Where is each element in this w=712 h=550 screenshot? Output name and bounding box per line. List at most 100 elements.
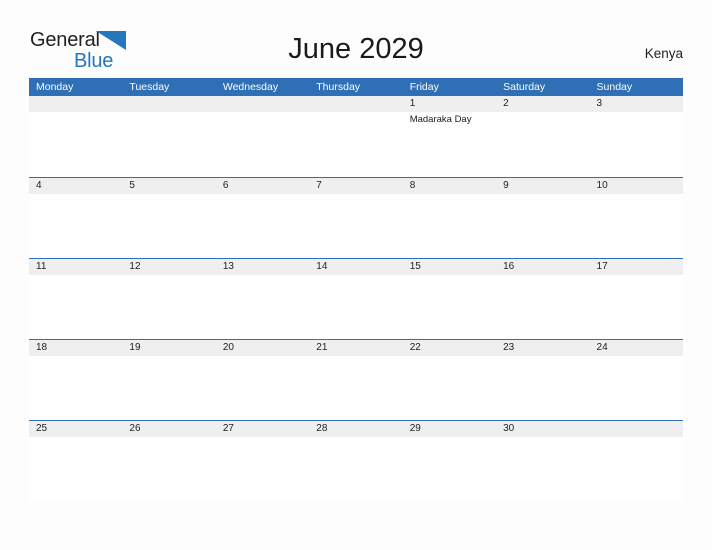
day-number: 13 <box>222 261 234 272</box>
day-cell-21[interactable]: 21 <box>309 340 403 420</box>
day-cell-10[interactable]: 10 <box>589 178 683 258</box>
day-number: 3 <box>596 98 603 109</box>
day-cell-9[interactable]: 9 <box>496 178 590 258</box>
day-number: 11 <box>36 261 47 272</box>
day-number: 2 <box>503 98 509 109</box>
day-number-band <box>496 178 590 194</box>
day-number: 20 <box>222 342 234 353</box>
day-number: 12 <box>129 261 141 272</box>
weekday-header-thursday: Thursday <box>316 81 361 93</box>
day-cell-29[interactable]: 29 <box>402 421 497 501</box>
day-number: 17 <box>596 261 608 272</box>
day-cell-7[interactable]: 7 <box>309 178 403 258</box>
day-number-band <box>122 178 216 194</box>
day-cell-24[interactable]: 24 <box>589 340 683 420</box>
day-cell-empty[interactable] <box>29 96 123 177</box>
day-cell-30[interactable]: 30 <box>496 421 590 501</box>
day-cell-8[interactable]: 8 <box>402 178 497 258</box>
day-number: 19 <box>129 342 141 353</box>
day-number-band <box>122 96 216 112</box>
region-label: Kenya <box>644 46 683 61</box>
day-number: 5 <box>129 180 135 191</box>
day-cell-14[interactable]: 14 <box>309 259 403 339</box>
day-cell-5[interactable]: 5 <box>122 178 216 258</box>
day-cell-18[interactable]: 18 <box>29 340 123 420</box>
day-number: 7 <box>316 180 322 191</box>
day-cell-28[interactable]: 28 <box>309 421 403 501</box>
day-number: 21 <box>316 342 328 353</box>
day-number: 14 <box>316 261 328 272</box>
day-cell-19[interactable]: 19 <box>122 340 216 420</box>
calendar-week-row: 1 Madaraka Day 2 3 <box>29 96 683 177</box>
calendar-week-row: 4 5 6 7 8 9 10 <box>29 177 683 258</box>
day-cell-22[interactable]: 22 <box>402 340 497 420</box>
day-cell-empty[interactable] <box>309 96 403 177</box>
calendar-page: General Blue June 2029 Kenya Monday Tuesd… <box>0 0 712 550</box>
day-cell-23[interactable]: 23 <box>496 340 590 420</box>
day-number-band <box>402 178 497 194</box>
day-events: Madaraka Day <box>410 113 492 126</box>
day-number-band <box>215 178 310 194</box>
weekday-header-friday: Friday <box>409 81 439 93</box>
day-number-band <box>309 96 403 112</box>
day-number-band <box>29 96 123 112</box>
day-number: 22 <box>409 342 421 353</box>
day-number: 25 <box>36 423 48 434</box>
day-number-band <box>215 96 310 112</box>
day-number: 10 <box>596 180 608 191</box>
weekday-header-tuesday: Tuesday <box>129 81 170 93</box>
weekday-header-wednesday: Wednesday <box>222 81 279 93</box>
day-number: 26 <box>129 423 141 434</box>
day-number-band <box>29 178 123 194</box>
calendar-week-row: 11 12 13 14 15 16 17 <box>29 258 683 339</box>
day-cell-empty[interactable] <box>589 421 683 501</box>
day-cell-15[interactable]: 15 <box>402 259 497 339</box>
day-cell-11[interactable]: 11 <box>29 259 123 339</box>
weekday-header-monday: Monday <box>36 81 74 93</box>
day-number-band <box>589 421 683 437</box>
day-cell-6[interactable]: 6 <box>215 178 310 258</box>
weekday-header-sunday: Sunday <box>596 81 633 93</box>
calendar-week-row: 18 19 20 21 22 23 24 <box>29 339 683 420</box>
day-cell-1[interactable]: 1 Madaraka Day <box>402 96 497 177</box>
day-number: 24 <box>596 342 608 353</box>
day-number: 16 <box>503 261 515 272</box>
calendar-week-row: 25 26 27 28 29 30 <box>29 420 683 501</box>
calendar-grid: Monday Tuesday Wednesday Thursday Friday Satu… <box>29 78 683 501</box>
day-number: 4 <box>36 180 42 191</box>
weekday-header-saturday: Saturday <box>503 81 546 93</box>
day-cell-16[interactable]: 16 <box>496 259 590 339</box>
day-number: 28 <box>316 423 328 434</box>
day-cell-3[interactable]: 3 <box>589 96 683 177</box>
day-cell-empty[interactable] <box>215 96 310 177</box>
day-number-band <box>496 96 590 112</box>
day-cell-13[interactable]: 13 <box>215 259 310 339</box>
day-number: 27 <box>222 423 234 434</box>
day-number: 18 <box>36 342 48 353</box>
day-cell-2[interactable]: 2 <box>496 96 590 177</box>
day-number-band <box>402 96 497 112</box>
day-cell-26[interactable]: 26 <box>122 421 216 501</box>
page-title: June 2029 <box>288 33 424 65</box>
day-number: 8 <box>409 180 416 191</box>
day-number: 15 <box>409 261 421 272</box>
day-number-band <box>589 96 683 112</box>
day-number-band <box>309 178 403 194</box>
day-number: 23 <box>503 342 515 353</box>
page-header: General Blue June 2029 Kenya <box>0 0 712 78</box>
day-number: 29 <box>409 423 421 434</box>
day-cell-12[interactable]: 12 <box>122 259 216 339</box>
day-cell-17[interactable]: 17 <box>589 259 683 339</box>
day-number: 6 <box>222 180 229 191</box>
day-cell-20[interactable]: 20 <box>215 340 310 420</box>
holiday-event: Madaraka Day <box>409 114 472 125</box>
day-cell-empty[interactable] <box>122 96 216 177</box>
day-number: 9 <box>503 180 509 191</box>
calendar-weeks: 1 Madaraka Day 2 3 4 5 6 7 8 9 10 11 12 13 14 15 16 17 18 1… <box>29 96 683 501</box>
day-cell-27[interactable]: 27 <box>215 421 310 501</box>
day-number: 30 <box>503 423 515 434</box>
day-cell-25[interactable]: 25 <box>29 421 123 501</box>
day-number: 1 <box>409 98 416 109</box>
weekday-header-row: Monday Tuesday Wednesday Thursday Friday Satu… <box>29 78 683 96</box>
day-cell-4[interactable]: 4 <box>29 178 123 258</box>
